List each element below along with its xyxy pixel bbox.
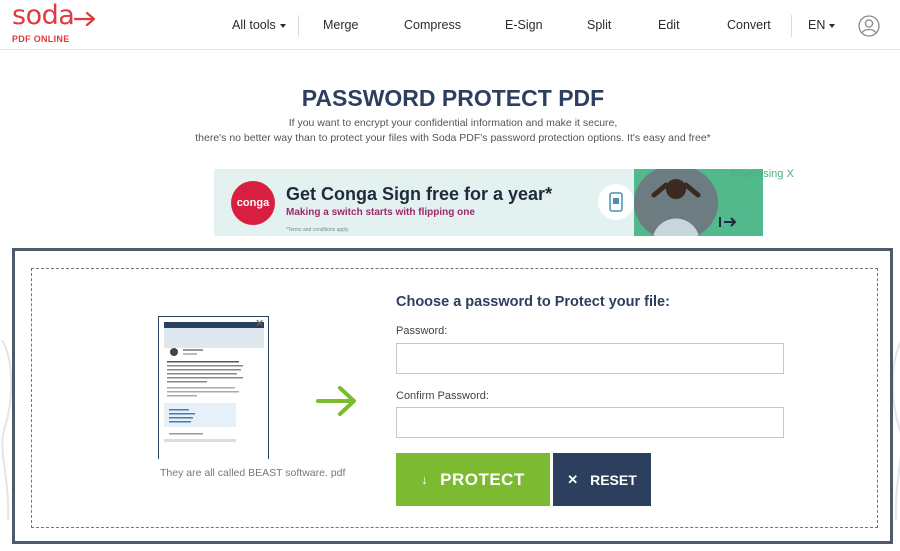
reset-button[interactable]: ✕ RESET — [553, 453, 651, 506]
nav-esign[interactable]: E-Sign — [505, 18, 543, 32]
nav-compress[interactable]: Compress — [404, 18, 461, 32]
pdf-thumbnail: ✕ — [158, 316, 269, 459]
advertising-label[interactable]: Advertising X — [729, 168, 794, 180]
page-subtitle-line-2: there's no better way than to protect yo… — [195, 132, 711, 144]
user-account-icon[interactable] — [858, 15, 880, 37]
ad-photo-person — [634, 169, 718, 236]
logo-wordmark: soda — [12, 0, 75, 31]
ad-banner[interactable]: conga Get Conga Sign free for a year* Ma… — [214, 169, 763, 236]
pdf-page-preview — [164, 322, 264, 442]
chevron-down-icon — [279, 23, 286, 28]
ad-subline: Making a switch starts with flipping one — [286, 207, 475, 218]
nav-edit[interactable]: Edit — [658, 18, 680, 32]
password-label: Password: — [396, 325, 448, 337]
ad-conga-logo: conga — [231, 181, 275, 225]
language-selector[interactable]: EN — [808, 18, 836, 32]
protect-button-label: PROTECT — [440, 469, 525, 489]
phone-icon — [598, 184, 634, 220]
nav-merge[interactable]: Merge — [323, 18, 358, 32]
page-title: PASSWORD PROTECT PDF — [301, 85, 605, 111]
top-header: soda PDF ONLINE All tools Merge Compress… — [0, 0, 900, 50]
form-title: Choose a password to Protect your file: — [396, 294, 670, 310]
arrow-down-icon: ↓ — [421, 472, 429, 487]
close-icon: ✕ — [567, 471, 579, 487]
logo-arrow-icon — [74, 12, 96, 26]
nav-divider — [791, 15, 792, 37]
protect-button[interactable]: ↓ PROTECT — [396, 453, 550, 506]
password-input[interactable] — [396, 343, 784, 374]
confirm-password-label: Confirm Password: — [396, 390, 489, 402]
nav-divider — [298, 15, 299, 37]
nav-split[interactable]: Split — [587, 18, 611, 32]
page-subtitle-line-1: If you want to encrypt your confidential… — [288, 117, 618, 129]
nav-all-tools[interactable]: All tools — [232, 18, 286, 32]
close-icon[interactable]: ✕ — [255, 319, 264, 330]
soda-pdf-logo[interactable]: soda PDF ONLINE — [12, 0, 102, 46]
arrow-right-icon — [316, 386, 356, 416]
nav-all-tools-label: All tools — [232, 18, 276, 32]
ad-terms: *Terms and conditions apply — [286, 227, 349, 233]
file-name: They are all called BEAST software. pdf — [160, 467, 346, 479]
chevron-down-icon — [829, 23, 836, 28]
ad-headline: Get Conga Sign free for a year* — [286, 184, 553, 204]
language-label: EN — [808, 18, 826, 32]
nav-convert[interactable]: Convert — [727, 18, 771, 32]
confirm-password-input[interactable] — [396, 407, 784, 438]
logo-subtitle: PDF ONLINE — [12, 34, 70, 44]
ad-arrow-icon — [719, 217, 737, 227]
reset-button-label: RESET — [590, 471, 637, 488]
